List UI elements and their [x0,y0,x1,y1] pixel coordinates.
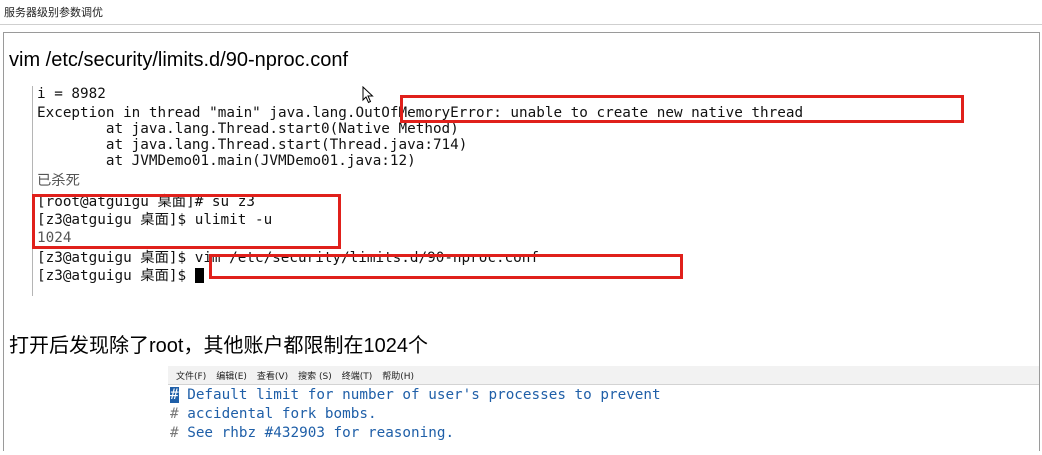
highlight-box-vim-command [209,254,683,279]
editor-line-text: See rhbz #432903 for reasoning. [178,425,455,441]
editor-screenshot: 文件(F) 编辑(E) 查看(V) 搜索 (S) 终端(T) 帮助(H) # D… [168,366,1039,454]
terminal-line: at java.lang.Thread.start(Thread.java:71… [37,137,468,153]
terminal-line: at java.lang.Thread.start0(Native Method… [37,121,459,137]
menu-file[interactable]: 文件(F) [176,369,206,382]
editor-line-text: accidental fork bombs. [178,406,377,422]
page-header-title: 服务器级别参数调优 [4,6,103,19]
command-title: vim /etc/security/limits.d/90-nproc.conf [9,49,348,71]
comment-hash: # [170,387,179,403]
menu-view[interactable]: 查看(V) [257,369,288,382]
comment-hash: # [170,406,179,422]
editor-line: # Default limit for number of user's pro… [170,386,661,405]
highlight-box-oom-error [400,95,964,123]
cursor-block-icon [194,268,204,283]
editor-line-text: Default limit for number of user's proce… [178,387,661,403]
note-text: 打开后发现除了root，其他账户都限制在1024个 [9,335,428,357]
terminal-line: 已杀死 [37,173,80,189]
editor-line: # See rhbz #432903 for reasoning. [170,424,454,443]
terminal-line: i = 8982 [37,86,106,102]
menu-help[interactable]: 帮助(H) [382,369,414,382]
editor-menubar: 文件(F) 编辑(E) 查看(V) 搜索 (S) 终端(T) 帮助(H) [168,366,1039,385]
terminal-line: at JVMDemo01.main(JVMDemo01.java:12) [37,153,416,169]
mouse-pointer-icon [362,86,374,104]
editor-line: # accidental fork bombs. [170,405,377,424]
terminal-prompt-line: [z3@atguigu 桌面]$ [37,268,204,284]
comment-hash: # [170,425,179,441]
menu-search[interactable]: 搜索 (S) [298,369,332,382]
menu-terminal[interactable]: 终端(T) [342,369,373,382]
highlight-box-su-ulimit [32,194,341,249]
terminal-prompt: [z3@atguigu 桌面]$ [37,268,195,284]
menu-edit[interactable]: 编辑(E) [216,369,247,382]
header-divider [0,24,1042,25]
